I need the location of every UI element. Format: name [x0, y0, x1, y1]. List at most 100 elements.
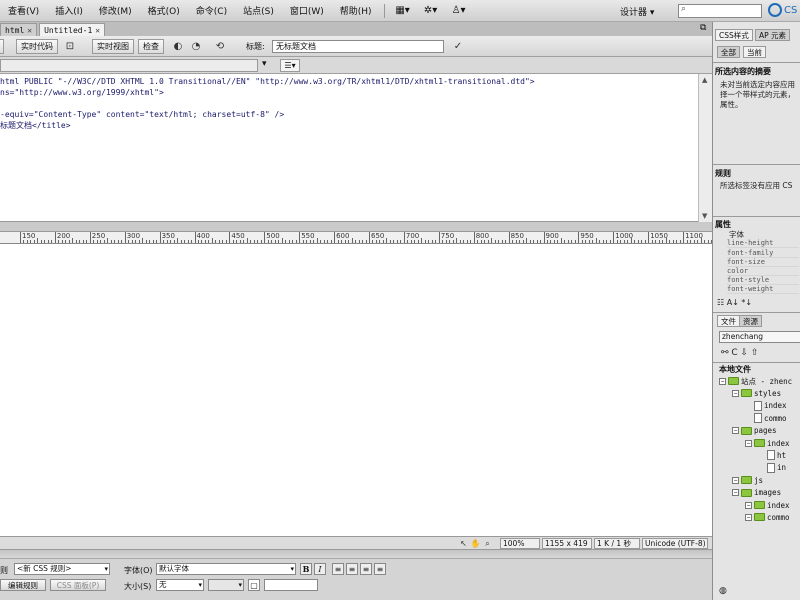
tree-item-label: index — [764, 401, 787, 411]
zoom-tool-icon[interactable]: ⌕ — [482, 538, 493, 549]
align-left-icon[interactable]: ≡ — [332, 563, 344, 575]
menu-help[interactable]: 帮助(H) — [332, 4, 380, 17]
zoom-select[interactable]: 100% — [500, 538, 540, 549]
tab-files[interactable]: 文件 — [717, 315, 740, 327]
chevron-down-icon: ▾ — [290, 565, 294, 573]
file-compat-icon[interactable]: ⊡ — [62, 40, 78, 53]
expand-toggle-icon[interactable]: − — [732, 476, 739, 484]
menu-modify[interactable]: 修改(M) — [91, 4, 140, 17]
expand-toggle-icon[interactable]: − — [732, 389, 739, 397]
bold-button[interactable]: B — [300, 563, 312, 575]
ruler-tick — [473, 232, 475, 243]
design-view[interactable] — [0, 244, 712, 536]
code-scrollbar[interactable]: ▲ ▼ — [698, 74, 712, 222]
property-row[interactable]: font-weight — [727, 285, 799, 294]
site-select[interactable]: zhenchang — [719, 331, 800, 343]
view-options-icon[interactable]: ☰▾ — [280, 59, 300, 72]
cs-live-logo[interactable]: CS — [768, 3, 797, 17]
live-view-button[interactable]: 实时视图 — [92, 39, 134, 54]
live-code-button[interactable]: 实时代码 — [16, 39, 58, 54]
tree-item[interactable]: − pages — [732, 425, 777, 437]
close-icon[interactable]: ✕ — [27, 26, 32, 35]
ruler-tick — [121, 240, 123, 243]
property-row[interactable]: font-family — [727, 249, 799, 258]
tree-item[interactable]: − images — [732, 487, 781, 499]
property-row[interactable]: font-style — [727, 276, 799, 285]
select-tool-icon[interactable]: ↖ — [458, 538, 469, 549]
tab-css-styles[interactable]: CSS样式 — [715, 29, 753, 41]
tree-item[interactable]: − js — [732, 474, 763, 486]
italic-button[interactable]: I — [314, 563, 326, 575]
hand-tool-icon[interactable]: ✋ — [470, 538, 481, 549]
title-input[interactable]: 无标题文档 — [272, 40, 444, 53]
menu-view[interactable]: 查看(V) — [0, 4, 47, 17]
tree-item[interactable]: index — [745, 400, 787, 412]
chevron-down-icon[interactable]: ▾ — [262, 59, 267, 69]
refresh-icon[interactable]: ⟲ — [212, 40, 228, 53]
align-center-icon[interactable]: ≡ — [346, 563, 358, 575]
ruler-tick — [152, 240, 154, 243]
menu-commands[interactable]: 命令(C) — [188, 4, 235, 17]
tab-current[interactable]: 当前 — [743, 46, 766, 58]
property-row[interactable]: color — [727, 267, 799, 276]
expand-toggle-icon[interactable]: − — [732, 489, 739, 497]
tree-item[interactable]: ht — [758, 449, 786, 461]
view-toggle-icons[interactable]: ☷ A↓ *↓ — [717, 298, 752, 307]
layout-icon[interactable]: ▦▾ — [389, 3, 417, 19]
restore-icon[interactable]: ⧉ — [700, 23, 706, 33]
tree-item[interactable]: − styles — [732, 387, 781, 399]
search-input[interactable] — [678, 4, 762, 18]
inspect-button[interactable]: 检查 — [138, 39, 164, 54]
tree-item[interactable]: in — [758, 462, 786, 474]
tree-item[interactable]: commo — [745, 412, 787, 424]
expand-toggle-icon[interactable]: − — [719, 377, 726, 385]
color-input[interactable] — [264, 579, 318, 591]
expand-toggle-icon[interactable]: − — [745, 513, 752, 521]
color-picker-icon[interactable]: ▢ — [248, 579, 260, 591]
address-select[interactable] — [0, 59, 258, 72]
connect-icon[interactable]: ⚯ C ⇩ ⇧ — [721, 348, 759, 358]
scroll-down-icon[interactable]: ▼ — [702, 212, 707, 220]
visual-aids-icon[interactable]: ◔ — [188, 40, 204, 53]
property-row[interactable]: font-size — [727, 258, 799, 267]
tree-item[interactable]: − index — [745, 437, 790, 449]
tree-item[interactable]: − commo — [745, 511, 790, 523]
expand-toggle-icon[interactable]: − — [732, 427, 739, 435]
tab-assets[interactable]: 资源 — [739, 315, 762, 327]
tree-item[interactable]: − index — [745, 499, 790, 511]
scroll-up-icon[interactable]: ▲ — [702, 76, 707, 84]
font-select[interactable]: 默认字体 ▾ — [156, 563, 296, 575]
align-justify-icon[interactable]: ≡ — [374, 563, 386, 575]
target-rule-select[interactable]: <新 CSS 规则> ▾ — [14, 563, 110, 575]
close-icon[interactable]: ✕ — [95, 26, 100, 35]
split-divider[interactable] — [0, 222, 712, 232]
size-unit-select[interactable]: ▾ — [208, 579, 244, 591]
ruler-tick — [389, 240, 391, 243]
tab-all[interactable]: 全部 — [717, 46, 740, 58]
css-panel-button[interactable]: CSS 面板(P) — [50, 579, 106, 591]
expand-toggle-icon[interactable]: − — [745, 501, 752, 509]
tab-ap-elements[interactable]: AP 元素 — [755, 29, 791, 41]
tab-untitled-1[interactable]: Untitled-1 ✕ — [39, 23, 106, 36]
property-row[interactable]: line-height — [727, 239, 799, 248]
tree-item[interactable]: − 站点 - zhenc — [719, 375, 792, 387]
ruler-tick — [602, 240, 604, 243]
menu-site[interactable]: 站点(S) — [235, 4, 282, 17]
window-size[interactable]: 1155 x 419 — [542, 538, 592, 549]
size-select[interactable]: 无 ▾ — [156, 579, 204, 591]
code-view-button[interactable] — [0, 39, 4, 54]
browser-preview-icon[interactable]: ◐ — [170, 40, 186, 53]
workspace-switcher[interactable]: 设计器 ▾ — [620, 3, 672, 19]
validate-icon[interactable]: ✓ — [450, 40, 466, 53]
user-icon[interactable]: ♙▾ — [445, 3, 473, 19]
edit-rule-button[interactable]: 编辑规则 — [0, 579, 46, 591]
tab-html[interactable]: html ✕ — [0, 23, 38, 36]
menu-window[interactable]: 窗口(W) — [282, 4, 332, 17]
menu-insert[interactable]: 插入(I) — [47, 4, 91, 17]
expand-toggle-icon[interactable]: − — [745, 439, 752, 447]
code-view[interactable]: html PUBLIC "-//W3C//DTD XHTML 1.0 Trans… — [0, 74, 712, 222]
gear-icon[interactable]: ✲▾ — [417, 3, 445, 19]
menu-format[interactable]: 格式(O) — [140, 4, 188, 17]
ruler-tick — [124, 232, 126, 243]
align-right-icon[interactable]: ≡ — [360, 563, 372, 575]
